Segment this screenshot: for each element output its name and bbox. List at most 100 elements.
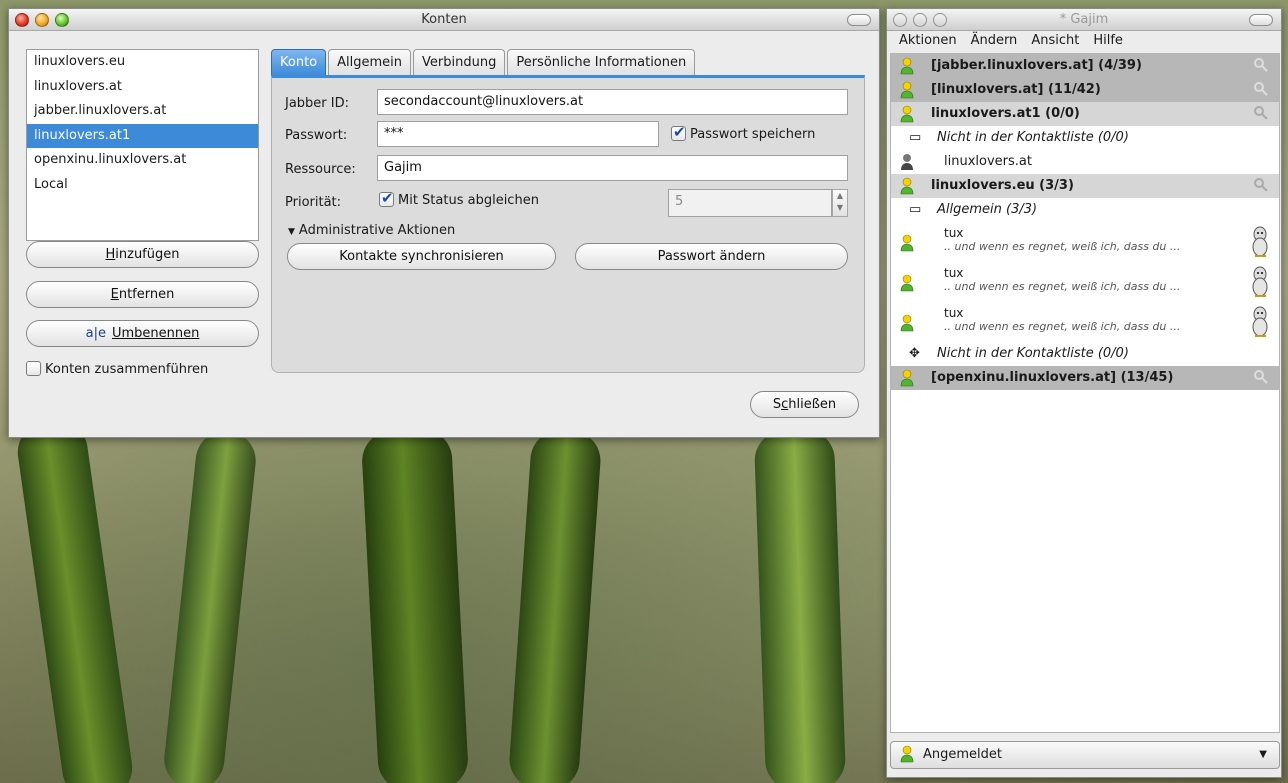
sync-status-checkbox[interactable]: Mit Status abgleichen bbox=[379, 189, 539, 208]
roster-account-row[interactable]: [linuxlovers.at] (11/42) bbox=[891, 78, 1279, 102]
account-name: linuxlovers.eu (3/3) bbox=[931, 178, 1074, 193]
checkbox-checked-icon bbox=[379, 189, 394, 207]
roster-contact-row[interactable]: tux .. und wenn es regnet, weiß ich, das… bbox=[891, 302, 1279, 342]
status-selector[interactable]: Angemeldet ▼ bbox=[890, 741, 1280, 769]
tab-konto[interactable]: Konto bbox=[271, 49, 327, 76]
accounts-window: Konten linuxlovers.eu linuxlovers.at jab… bbox=[8, 8, 880, 438]
tux-avatar-icon bbox=[1252, 306, 1268, 337]
expander-arrow-icon: ▼ bbox=[288, 227, 295, 237]
key-icon bbox=[1254, 58, 1268, 72]
account-name: linuxlovers.at1 (0/0) bbox=[931, 106, 1080, 121]
contact-name: linuxlovers.at bbox=[944, 154, 1032, 169]
save-password-checkbox[interactable]: Passwort speichern bbox=[671, 123, 816, 142]
toolbar-toggle-icon[interactable] bbox=[1249, 14, 1273, 26]
rename-account-button[interactable]: a|e Umbenennen bbox=[26, 320, 259, 347]
toolbar-toggle-icon[interactable] bbox=[847, 14, 871, 26]
roster-account-row[interactable]: linuxlovers.eu (3/3) bbox=[891, 174, 1279, 198]
menu-aktionen[interactable]: Aktionen bbox=[899, 31, 957, 51]
accounts-titlebar: Konten bbox=[9, 9, 879, 31]
account-item[interactable]: openxinu.linuxlovers.at bbox=[27, 148, 258, 173]
roster-account-row[interactable]: [jabber.linuxlovers.at] (4/39) bbox=[891, 54, 1279, 78]
window-title: * Gajim bbox=[1059, 12, 1109, 27]
add-button-label: inzufügen bbox=[115, 247, 180, 262]
account-item[interactable]: jabber.linuxlovers.at bbox=[27, 99, 258, 124]
close-button-label: hließen bbox=[788, 397, 837, 412]
close-button[interactable]: Schließen bbox=[750, 391, 859, 418]
merge-label: Konten zusammenführen bbox=[45, 362, 209, 377]
tux-avatar-icon bbox=[1252, 266, 1268, 297]
contact-roster[interactable]: [jabber.linuxlovers.at] (4/39) [linuxlov… bbox=[890, 53, 1280, 733]
online-status-icon bbox=[900, 177, 914, 195]
contact-status-message: .. und wenn es regnet, weiß ich, dass du… bbox=[944, 320, 1181, 333]
dropdown-arrow-icon: ▼ bbox=[1259, 749, 1267, 760]
change-password-button[interactable]: Passwort ändern bbox=[575, 243, 848, 270]
account-list[interactable]: linuxlovers.eu linuxlovers.at jabber.lin… bbox=[26, 49, 259, 241]
remove-button-label: ntfernen bbox=[118, 287, 175, 302]
window-title: Konten bbox=[421, 12, 467, 27]
contact-name: tux bbox=[944, 266, 964, 280]
wallpaper-stem bbox=[753, 428, 847, 783]
menu-ansicht[interactable]: Ansicht bbox=[1031, 31, 1079, 51]
online-status-icon bbox=[900, 314, 914, 332]
online-status-icon bbox=[900, 369, 914, 387]
remove-account-button[interactable]: Entfernen bbox=[26, 281, 259, 308]
tux-avatar-icon bbox=[1252, 226, 1268, 257]
online-status-icon bbox=[900, 234, 914, 252]
menu-aendern[interactable]: Ändern bbox=[971, 31, 1018, 51]
wallpaper-stem bbox=[507, 427, 603, 783]
add-account-button[interactable]: Hinzufügen bbox=[26, 241, 259, 268]
add-button-label: H bbox=[105, 247, 116, 262]
online-status-icon bbox=[900, 105, 914, 123]
contact-status-message: .. und wenn es regnet, weiß ich, dass du… bbox=[944, 280, 1181, 293]
group-collapse-icon: ▭ bbox=[909, 130, 922, 145]
account-name: [jabber.linuxlovers.at] (4/39) bbox=[931, 58, 1142, 73]
password-label: Passwort: bbox=[285, 128, 348, 143]
account-item[interactable]: linuxlovers.at bbox=[27, 75, 258, 100]
wallpaper-stem bbox=[13, 416, 137, 783]
wallpaper-stem bbox=[161, 427, 259, 783]
roster-group-row[interactable]: ▭ Nicht in der Kontaktliste (0/0) bbox=[891, 126, 1279, 150]
roster-contact-row[interactable]: linuxlovers.at bbox=[891, 150, 1279, 174]
roster-contact-row[interactable]: tux .. und wenn es regnet, weiß ich, das… bbox=[891, 262, 1279, 302]
resource-field[interactable]: Gajim bbox=[377, 155, 848, 181]
rename-icon: a|e bbox=[85, 326, 106, 341]
roster-group-row[interactable]: ✥ Nicht in der Kontaktliste (0/0) bbox=[891, 342, 1279, 366]
tab-personal-info[interactable]: Persönliche Informationen bbox=[507, 49, 696, 76]
group-expand-icon: ✥ bbox=[909, 346, 920, 361]
sync-status-label: Mit Status abgleichen bbox=[398, 193, 539, 208]
spinner-arrows-icon[interactable]: ▲ ▼ bbox=[832, 189, 848, 217]
account-item[interactable]: linuxlovers.eu bbox=[27, 50, 258, 75]
account-item[interactable]: Local bbox=[27, 173, 258, 198]
roster-account-row[interactable]: linuxlovers.at1 (0/0) bbox=[891, 102, 1279, 126]
menu-hilfe[interactable]: Hilfe bbox=[1093, 31, 1123, 51]
priority-label: Priorität: bbox=[285, 195, 342, 210]
account-item-selected[interactable]: linuxlovers.at1 bbox=[27, 123, 258, 148]
contact-name: tux bbox=[944, 306, 964, 320]
roster-account-row[interactable]: [openxinu.linuxlovers.at] (13/45) bbox=[891, 366, 1279, 390]
key-icon bbox=[1254, 370, 1268, 384]
close-button-label: S bbox=[772, 397, 782, 412]
remove-button-label: E bbox=[110, 287, 119, 302]
admin-actions-expander[interactable]: ▼ Administrative Aktionen bbox=[288, 223, 455, 238]
checkbox-checked-icon bbox=[671, 123, 686, 141]
online-status-icon bbox=[900, 745, 914, 763]
roster-group-row[interactable]: ▭ Allgemein (3/3) bbox=[891, 198, 1279, 222]
priority-spinner[interactable]: 5 bbox=[668, 189, 832, 217]
contact-name: tux bbox=[944, 226, 964, 240]
jid-field[interactable]: secondaccount@linuxlovers.at bbox=[377, 89, 848, 115]
group-name: Nicht in der Kontaktliste (0/0) bbox=[937, 346, 1129, 361]
roster-window: * Gajim Aktionen Ändern Ansicht Hilfe [j… bbox=[886, 8, 1282, 778]
save-password-label: Passwort speichern bbox=[690, 127, 816, 142]
group-collapse-icon: ▭ bbox=[909, 202, 922, 217]
status-label: Angemeldet bbox=[923, 747, 1003, 762]
resource-label: Ressource: bbox=[285, 162, 356, 177]
checkbox-icon bbox=[26, 361, 41, 376]
roster-contact-row[interactable]: tux .. und wenn es regnet, weiß ich, das… bbox=[891, 222, 1279, 262]
tab-verbindung[interactable]: Verbindung bbox=[413, 49, 506, 76]
tab-allgemein[interactable]: Allgemein bbox=[328, 49, 412, 76]
key-icon bbox=[1254, 106, 1268, 120]
wallpaper-stem bbox=[360, 427, 470, 783]
sync-contacts-button[interactable]: Kontakte synchronisieren bbox=[287, 243, 556, 270]
password-field[interactable]: *** bbox=[377, 121, 659, 147]
merge-accounts-checkbox[interactable]: Konten zusammenführen bbox=[26, 361, 208, 377]
